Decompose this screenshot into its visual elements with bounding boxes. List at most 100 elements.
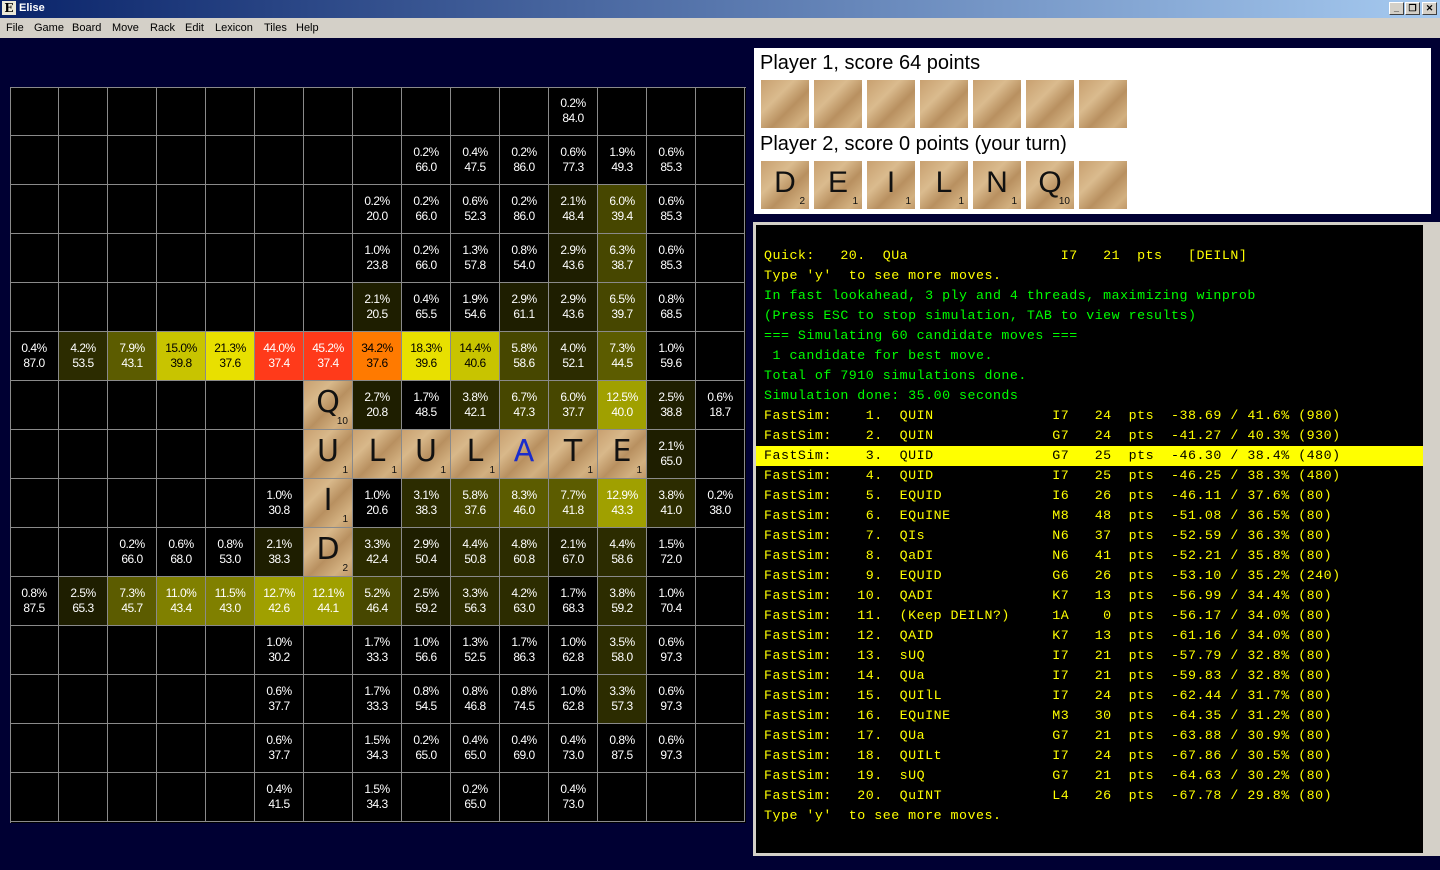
board-square[interactable] (304, 283, 353, 332)
board-square[interactable]: 3.1% 38.3 (402, 479, 451, 528)
board-square[interactable]: 6.3% 38.7 (598, 234, 647, 283)
console-line[interactable]: FastSim: 14. QUa I7 21 pts -59.83 / 32.8… (764, 666, 1332, 686)
board-square[interactable]: 14.4% 40.6 (451, 332, 500, 381)
board-square[interactable]: 0.4% 65.5 (402, 283, 451, 332)
board-square[interactable]: 1.7% 68.3 (549, 577, 598, 626)
board-square[interactable]: 1.0% 30.8 (255, 479, 304, 528)
board-square[interactable] (206, 185, 255, 234)
board-square[interactable]: 3.8% 41.0 (647, 479, 696, 528)
board-tile[interactable]: U1 (402, 430, 450, 478)
board-square[interactable]: 1.0% 23.8 (353, 234, 402, 283)
board-square[interactable] (157, 234, 206, 283)
board-square[interactable] (10, 185, 59, 234)
board-square[interactable] (108, 136, 157, 185)
menu-board[interactable]: Board (72, 22, 101, 34)
board-square[interactable]: 0.8% 54.5 (402, 675, 451, 724)
board-square[interactable]: 1.0% 62.8 (549, 626, 598, 675)
board-square[interactable]: 5.8% 58.6 (500, 332, 549, 381)
board-square[interactable] (647, 87, 696, 136)
board-square[interactable]: 1.9% 54.6 (451, 283, 500, 332)
board-square[interactable]: 0.6% 85.3 (647, 234, 696, 283)
board-square[interactable]: 0.2% 86.0 (500, 136, 549, 185)
board-square[interactable] (10, 479, 59, 528)
board-square[interactable]: 0.8% 68.5 (647, 283, 696, 332)
menu-rack[interactable]: Rack (150, 22, 175, 34)
board-square[interactable] (304, 185, 353, 234)
menu-move[interactable]: Move (112, 22, 139, 34)
board-square[interactable] (108, 87, 157, 136)
board-square[interactable] (206, 234, 255, 283)
board-square[interactable]: 2.9% 43.6 (549, 234, 598, 283)
board-square[interactable]: 4.8% 60.8 (500, 528, 549, 577)
board-square[interactable] (10, 430, 59, 479)
board-square[interactable] (304, 87, 353, 136)
board-square[interactable] (108, 381, 157, 430)
console-line[interactable]: FastSim: 7. QIs N6 37 pts -52.59 / 36.3%… (764, 526, 1332, 546)
board-square[interactable] (206, 724, 255, 773)
rack-tile[interactable] (1079, 80, 1127, 128)
board-square[interactable]: 44.0% 37.4 (255, 332, 304, 381)
board-square[interactable] (255, 283, 304, 332)
board-square[interactable] (696, 332, 745, 381)
board-square[interactable] (59, 675, 108, 724)
board-square[interactable]: 0.6% 68.0 (157, 528, 206, 577)
board-square[interactable] (353, 136, 402, 185)
board-tile[interactable]: L1 (353, 430, 401, 478)
board-square[interactable]: 6.0% 37.7 (549, 381, 598, 430)
board-square[interactable]: 1.5% 72.0 (647, 528, 696, 577)
board-square[interactable] (108, 185, 157, 234)
board-square[interactable]: 6.5% 39.7 (598, 283, 647, 332)
board-square[interactable]: 1.0% 62.8 (549, 675, 598, 724)
board-square[interactable]: 0.6% 97.3 (647, 626, 696, 675)
board-square[interactable]: 1.5% 34.3 (353, 773, 402, 822)
board-square[interactable] (10, 381, 59, 430)
rack-tile[interactable]: I1 (867, 161, 915, 209)
board-square[interactable] (255, 234, 304, 283)
console-line[interactable]: FastSim: 18. QUILt I7 24 pts -67.86 / 30… (764, 746, 1332, 766)
board-square[interactable] (10, 773, 59, 822)
board-square[interactable]: 5.2% 46.4 (353, 577, 402, 626)
board-square[interactable] (108, 430, 157, 479)
console-line[interactable]: FastSim: 5. EQUID I6 26 pts -46.11 / 37.… (764, 486, 1332, 506)
console-line-selected[interactable]: FastSim: 3. QUID G7 25 pts -46.30 / 38.4… (756, 446, 1423, 466)
board-square[interactable] (108, 773, 157, 822)
board-square[interactable] (696, 626, 745, 675)
board-square[interactable]: 11.0% 43.4 (157, 577, 206, 626)
board-square[interactable] (157, 185, 206, 234)
board-square[interactable]: 0.2% 66.0 (402, 234, 451, 283)
board-square[interactable]: 0.6% 97.3 (647, 675, 696, 724)
board-square[interactable] (696, 577, 745, 626)
rack-tile[interactable]: E1 (814, 161, 862, 209)
board-square[interactable] (206, 626, 255, 675)
board-square[interactable] (402, 87, 451, 136)
board-square[interactable]: 0.6% 85.3 (647, 185, 696, 234)
board-square[interactable] (108, 479, 157, 528)
board-square[interactable] (598, 773, 647, 822)
board-square[interactable]: 0.2% 65.0 (451, 773, 500, 822)
board-square[interactable] (10, 675, 59, 724)
board-square[interactable]: 1.5% 34.3 (353, 724, 402, 773)
board-square[interactable]: 2.1% 48.4 (549, 185, 598, 234)
board-square[interactable]: 12.5% 40.0 (598, 381, 647, 430)
board-square[interactable]: 0.8% 87.5 (598, 724, 647, 773)
board-square[interactable]: 1.7% 86.3 (500, 626, 549, 675)
console-line[interactable]: FastSim: 4. QUID I7 25 pts -46.25 / 38.3… (764, 466, 1341, 486)
board-square[interactable] (157, 724, 206, 773)
board-square[interactable] (157, 430, 206, 479)
board-square[interactable] (157, 479, 206, 528)
board-square[interactable] (255, 381, 304, 430)
minimize-button[interactable]: _ (1389, 2, 1404, 15)
board-square[interactable] (206, 479, 255, 528)
board-square[interactable] (255, 185, 304, 234)
console-line[interactable]: FastSim: 12. QAID K7 13 pts -61.16 / 34.… (764, 626, 1332, 646)
board-square[interactable]: 1.9% 49.3 (598, 136, 647, 185)
scroll-down-arrow-icon[interactable] (1078, 846, 1102, 853)
board-square[interactable]: 15.0% 39.8 (157, 332, 206, 381)
board-tile[interactable]: Q 10 (304, 381, 352, 429)
board-square[interactable]: 0.6% 37.7 (255, 675, 304, 724)
board-square[interactable]: 0.8% 87.5 (10, 577, 59, 626)
board-square[interactable] (59, 430, 108, 479)
board-square[interactable]: 2.7% 20.8 (353, 381, 402, 430)
board-square[interactable] (304, 626, 353, 675)
board-square[interactable] (696, 773, 745, 822)
